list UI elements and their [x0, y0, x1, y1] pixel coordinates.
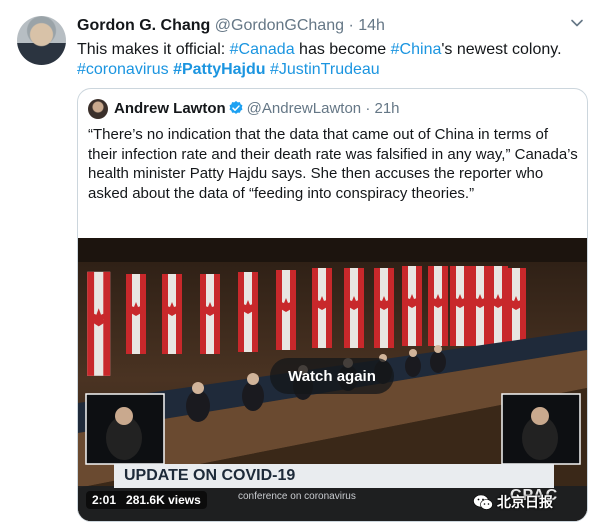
- video-views: 281.6K views: [126, 493, 201, 507]
- video-player[interactable]: Watch again UPDATE ON COVID-19 conferenc…: [78, 238, 587, 521]
- hashtag-pattyhajdu[interactable]: #PattyHajdu: [173, 61, 265, 78]
- header-separator: ·: [348, 17, 354, 34]
- author-handle[interactable]: @GordonGChang: [215, 17, 344, 34]
- wechat-icon: [473, 494, 493, 510]
- tweet: Gordon G. Chang @GordonGChang · 14h This…: [0, 0, 605, 530]
- quoted-tweet-header: Andrew Lawton @AndrewLawton · 21h: [114, 100, 400, 117]
- hashtag-china[interactable]: #China: [391, 41, 442, 58]
- hashtag-coronavirus[interactable]: #coronavirus: [77, 61, 169, 78]
- quoted-author-name[interactable]: Andrew Lawton: [114, 100, 226, 117]
- watch-again-button[interactable]: Watch again: [270, 358, 394, 394]
- video-stats: 2:01 281.6K views: [86, 491, 207, 509]
- quoted-header-separator: ·: [365, 100, 371, 117]
- author-avatar[interactable]: [17, 16, 66, 65]
- quoted-author-avatar[interactable]: [88, 99, 108, 119]
- tweet-text-prefix: This makes it official:: [77, 41, 230, 58]
- quoted-author-handle[interactable]: @AndrewLawton: [247, 100, 361, 117]
- source-watermark: 北京日报: [473, 492, 553, 512]
- tweet-text-middle: has become: [294, 41, 391, 58]
- chevron-down-icon[interactable]: [570, 16, 584, 30]
- tweet-body: This makes it official: #Canada has beco…: [77, 40, 592, 80]
- quoted-tweet-text: “There’s no indication that the data tha…: [88, 126, 578, 202]
- hashtag-justintrudeau[interactable]: #JustinTrudeau: [270, 61, 380, 78]
- author-name[interactable]: Gordon G. Chang: [77, 17, 210, 34]
- video-duration: 2:01: [92, 493, 117, 507]
- tweet-timestamp[interactable]: 14h: [358, 17, 385, 34]
- news-banner-subtitle: conference on coronavirus: [238, 491, 356, 502]
- quoted-tweet-timestamp[interactable]: 21h: [374, 100, 399, 117]
- quoted-tweet[interactable]: Andrew Lawton @AndrewLawton · 21h “There’…: [77, 88, 588, 522]
- watermark-text: 北京日报: [497, 494, 553, 510]
- verified-badge-icon: [229, 101, 243, 114]
- news-banner: UPDATE ON COVID-19: [114, 464, 554, 488]
- hashtag-canada[interactable]: #Canada: [230, 41, 295, 58]
- tweet-text-suffix: 's newest colony.: [441, 41, 562, 58]
- tweet-header: Gordon G. Chang @GordonGChang · 14h: [77, 17, 385, 35]
